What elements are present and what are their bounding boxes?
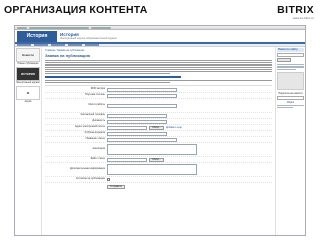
file-input[interactable] bbox=[107, 157, 147, 162]
submit-button[interactable]: Отправить bbox=[107, 184, 125, 189]
browse-button[interactable]: Обзор... bbox=[149, 125, 164, 130]
field-label: Дополнительная информация bbox=[70, 167, 105, 171]
note-paragraph bbox=[45, 79, 272, 84]
subscribe-input[interactable] bbox=[277, 95, 304, 100]
field-label: ФИО автора bbox=[90, 87, 105, 91]
form-row-extra: Дополнительная информация bbox=[45, 163, 272, 178]
breadcrumb[interactable]: Главная / Заявка на публикацию bbox=[45, 49, 272, 52]
nav-item[interactable] bbox=[68, 44, 82, 46]
article-title-input[interactable] bbox=[107, 137, 177, 142]
slide-brand: BITRIX bbox=[277, 4, 314, 16]
site-logo[interactable]: История bbox=[17, 30, 57, 42]
site-header: История История Электронный научно-образ… bbox=[15, 30, 305, 44]
left-banner-journal[interactable]: ИСТОРИЯ bbox=[16, 67, 40, 81]
field-label: Согласие на публикацию bbox=[75, 177, 105, 181]
screenshot-frame: История История Электронный научно-образ… bbox=[14, 25, 306, 236]
workplace-input[interactable] bbox=[107, 103, 177, 108]
main-content: Главная / Заявка на публикацию Заявка на… bbox=[42, 47, 275, 235]
left-sidebar: Новости Новые публикации ИСТОРИЯ Электро… bbox=[15, 47, 42, 235]
field-label: Научная степень bbox=[85, 93, 105, 97]
search-box-title: Поиск по сайту bbox=[277, 48, 304, 52]
poll-label: Опрос bbox=[286, 100, 295, 104]
left-banner-news[interactable]: Новости bbox=[16, 48, 40, 62]
form-row-submit: Отправить bbox=[45, 183, 272, 190]
rubric-select[interactable] bbox=[107, 131, 167, 136]
form-row-workplace: Место работы bbox=[45, 99, 272, 114]
nav-item[interactable] bbox=[34, 44, 48, 46]
left-banner-label: Новые публикации bbox=[17, 62, 39, 65]
right-sidebar: Поиск по сайту Подписка на новости Опрос bbox=[275, 47, 305, 235]
slide-subtitle: www.1c-bitrix.ru bbox=[292, 16, 314, 20]
field-label: Должность bbox=[92, 119, 105, 123]
toolbar-back-icon[interactable] bbox=[17, 26, 27, 29]
field-label: Рубрика журнала bbox=[84, 131, 105, 135]
field-label: Файл статьи bbox=[90, 157, 105, 161]
left-banner-archive[interactable]: Ж bbox=[16, 86, 40, 100]
author-name-input[interactable] bbox=[107, 87, 177, 92]
abstract-textarea[interactable] bbox=[107, 144, 197, 156]
nav-item[interactable] bbox=[17, 44, 31, 46]
file-browse-button[interactable]: Обзор... bbox=[149, 157, 164, 162]
extra-info-textarea[interactable] bbox=[107, 164, 197, 176]
nav-item[interactable] bbox=[51, 44, 65, 46]
degree-input[interactable] bbox=[107, 93, 177, 98]
field-label: Адрес электронной почты bbox=[74, 125, 105, 129]
search-input[interactable] bbox=[277, 53, 304, 57]
requirements-link[interactable] bbox=[45, 76, 182, 78]
phone-input[interactable] bbox=[107, 113, 167, 118]
add-more-link[interactable]: Добавить ещё bbox=[166, 126, 182, 129]
left-banner-label: Архив bbox=[24, 100, 32, 103]
page-title: Заявка на публикацию bbox=[45, 53, 91, 58]
field-label: Аннотация bbox=[92, 147, 105, 151]
toolbar-address-bar[interactable] bbox=[29, 26, 89, 29]
search-button[interactable] bbox=[277, 58, 291, 62]
slide-title: Организация контента bbox=[4, 4, 148, 16]
right-banner-image[interactable] bbox=[277, 71, 304, 90]
subscribe-label[interactable]: Подписка на новости bbox=[277, 92, 304, 95]
position-input[interactable] bbox=[107, 119, 167, 124]
field-label: Контактный телефон bbox=[80, 113, 105, 117]
left-banner-label: Электронный журнал bbox=[16, 81, 40, 84]
field-label: Название статьи bbox=[85, 137, 105, 141]
nav-item[interactable] bbox=[85, 44, 99, 46]
email-field[interactable] bbox=[107, 125, 147, 130]
consent-checkbox[interactable] bbox=[107, 178, 110, 182]
site-subtitle: Электронный научно-образовательный журна… bbox=[60, 37, 117, 40]
form-row-abstract: Аннотация bbox=[45, 143, 272, 158]
submission-form: ФИО автора Научная степень Место работы … bbox=[45, 85, 272, 190]
toolbar-menu-icon[interactable] bbox=[91, 26, 111, 29]
field-label: Место работы bbox=[88, 103, 105, 107]
intro-paragraph bbox=[45, 60, 272, 75]
